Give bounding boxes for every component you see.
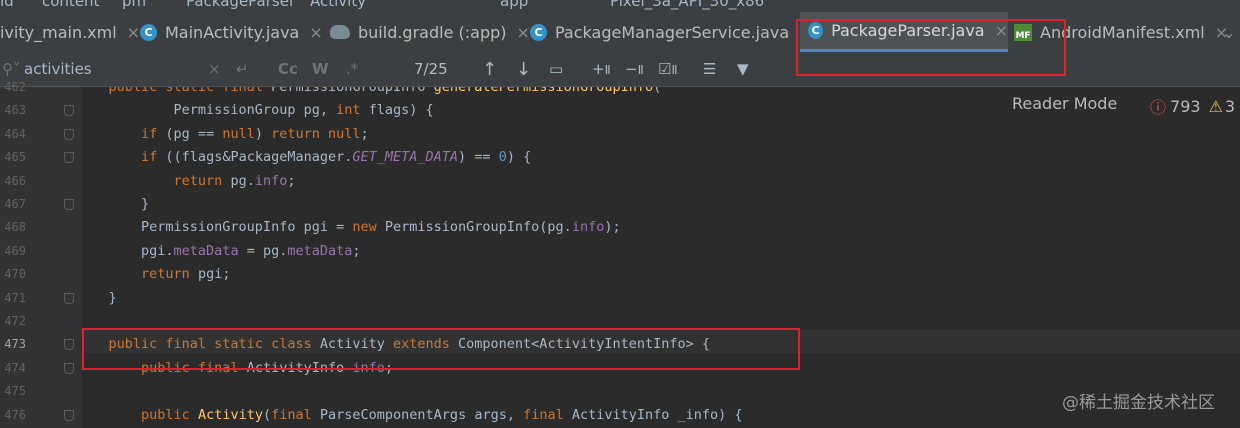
class-icon: C xyxy=(530,23,547,41)
add-occurrence-icon[interactable]: + Ⅱ xyxy=(592,52,611,86)
regex-toggle[interactable]: .* xyxy=(346,52,358,86)
code-line[interactable]: } xyxy=(82,193,149,216)
close-icon[interactable]: × xyxy=(309,23,322,42)
match-case-toggle[interactable]: Cc xyxy=(278,52,298,86)
line-number: 473 xyxy=(4,337,26,352)
line-number: 466 xyxy=(4,173,26,188)
filter-options-icon[interactable]: ☰ xyxy=(703,52,716,86)
breadcrumb-item[interactable]: pm xyxy=(122,0,146,10)
filter-icon[interactable]: ▼ xyxy=(737,52,749,86)
tab-label: build.gradle (:app) xyxy=(358,22,507,42)
whole-words-toggle[interactable]: W xyxy=(312,52,329,86)
tab-packagemanagerservice-java[interactable]: CPackageManagerService.java× xyxy=(530,12,813,52)
code-line[interactable]: public Activity(final ParseComponentArgs… xyxy=(82,404,743,427)
fold-marker-icon[interactable] xyxy=(64,152,74,164)
next-occurrence-icon[interactable]: ↓ xyxy=(516,52,531,86)
error-count: 793 xyxy=(1170,96,1201,116)
fold-marker-icon[interactable] xyxy=(64,128,74,140)
fold-marker-icon[interactable] xyxy=(64,199,74,210)
gradle-icon xyxy=(330,25,350,39)
line-number: 465 xyxy=(4,150,26,165)
line-number: 474 xyxy=(4,360,26,375)
line-number: 476 xyxy=(4,407,26,422)
code-line[interactable]: PermissionGroupInfo pgi = new Permission… xyxy=(82,216,621,239)
code-line[interactable]: return pg.info; xyxy=(82,170,296,193)
select-all-icon[interactable]: ☑ Ⅱ xyxy=(658,52,678,86)
breadcrumb-item[interactable]: PackageParser xyxy=(186,0,295,10)
fold-marker-icon[interactable] xyxy=(64,105,74,117)
tab-label: MainActivity.java xyxy=(165,22,300,42)
reader-mode-button[interactable]: Reader Mode xyxy=(1012,94,1117,113)
line-number: 462 xyxy=(4,80,26,94)
line-number: 471 xyxy=(4,290,26,305)
code-line[interactable]: return pgi; xyxy=(82,263,230,286)
inspection-widget[interactable]: ⓘ 793 ⚠ 3 xyxy=(1150,94,1235,118)
fold-marker-icon[interactable] xyxy=(64,409,74,421)
tab-mainactivity-java[interactable]: C MainActivity.java × xyxy=(140,12,323,52)
highlight-box-class xyxy=(82,328,800,370)
fold-marker-icon[interactable] xyxy=(64,362,74,374)
top-navigation-strip: ld content pm PackageParser Activity app… xyxy=(0,0,1240,12)
line-number-gutter: 462 463 464 465 466 467 468 469 470 471 472 473 474 4… xyxy=(0,80,82,428)
tab-label: ivity_main.xml xyxy=(0,22,117,42)
remove-occurrence-icon[interactable]: − Ⅱ xyxy=(625,52,644,86)
line-number: 472 xyxy=(4,314,26,328)
run-config-select[interactable]: app xyxy=(500,0,528,10)
code-line[interactable]: PermissionGroup pg, int flags) { xyxy=(82,99,434,122)
line-number: 468 xyxy=(4,220,26,235)
tab-label: PackageManagerService.java xyxy=(555,22,790,42)
line-number: 463 xyxy=(4,103,26,118)
line-number: 475 xyxy=(4,384,26,399)
code-editor[interactable]: public static final PermissionGroupInfo … xyxy=(82,87,1240,428)
fold-marker-icon[interactable] xyxy=(64,292,74,304)
breadcrumb-item[interactable]: ld xyxy=(0,0,14,10)
search-input[interactable]: activities xyxy=(24,52,92,86)
close-icon[interactable]: × xyxy=(127,23,140,42)
watermark: @稀土掘金技术社区 xyxy=(1062,393,1215,413)
tab-activity-main-xml[interactable]: ivity_main.xml × xyxy=(0,12,140,52)
class-icon: C xyxy=(140,23,157,41)
highlight-box-tab xyxy=(796,19,1066,76)
error-icon: ⓘ xyxy=(1150,98,1167,117)
line-number: 464 xyxy=(4,126,26,141)
fold-marker-icon[interactable] xyxy=(64,339,74,351)
code-line[interactable]: } xyxy=(82,287,117,310)
warning-count: 3 xyxy=(1224,96,1236,116)
code-line[interactable]: if (pg == null) return null; xyxy=(82,123,369,146)
previous-occurrence-icon[interactable]: ↑ xyxy=(482,52,497,86)
tab-build-gradle[interactable]: build.gradle (:app) × xyxy=(330,12,530,52)
warning-icon: ⚠ xyxy=(1208,96,1223,116)
breadcrumb-item[interactable]: content xyxy=(42,0,99,10)
new-line-icon[interactable]: ↵ xyxy=(236,52,249,86)
line-number: 467 xyxy=(4,197,26,211)
device-select[interactable]: Pixel_3a_API_30_x86 xyxy=(610,0,764,10)
code-line[interactable]: public static final PermissionGroupInfo … xyxy=(82,87,662,99)
line-number: 470 xyxy=(4,267,26,282)
tab-list-chevron-icon[interactable]: ⌄ xyxy=(1222,12,1235,52)
clear-search-icon[interactable]: × xyxy=(208,52,221,86)
close-icon[interactable]: × xyxy=(517,23,530,42)
breadcrumb-item[interactable]: Activity xyxy=(310,0,366,10)
code-line[interactable]: pgi.metaData = pg.metaData; xyxy=(82,240,361,263)
line-number: 469 xyxy=(4,243,26,258)
code-line[interactable]: if ((flags&PackageManager.GET_META_DATA)… xyxy=(82,146,531,169)
select-all-occurrences-icon[interactable]: ▭ xyxy=(549,52,563,86)
match-counter: 7/25 xyxy=(414,60,448,78)
